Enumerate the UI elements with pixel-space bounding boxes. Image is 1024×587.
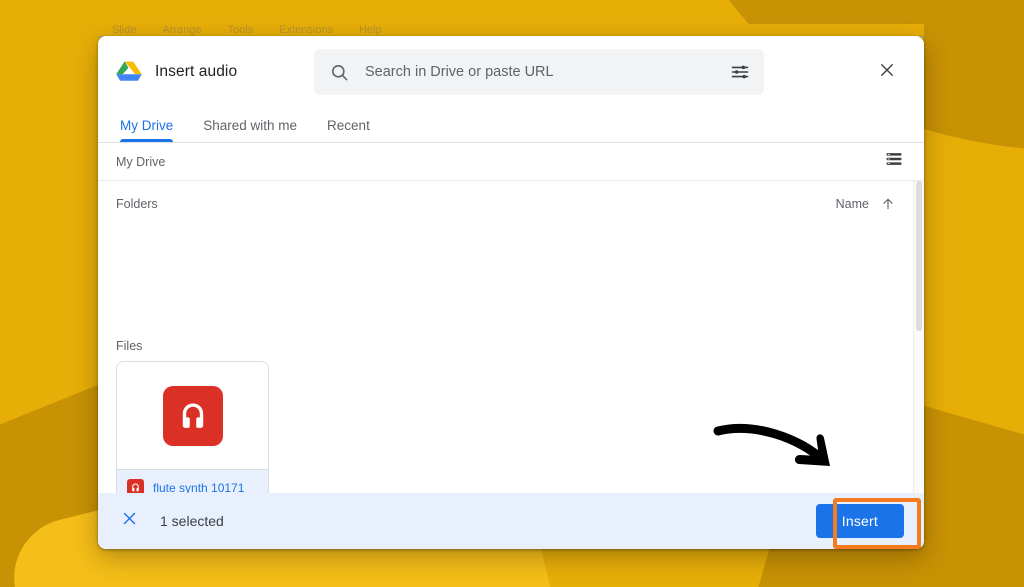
file-card-meta: flute synth 10171 <box>117 469 268 493</box>
list-view-icon <box>884 149 904 174</box>
screenshot-stage: Slide Arrange Tools Extensions Help Inse… <box>0 0 1024 587</box>
close-icon <box>121 510 138 532</box>
tab-recent[interactable]: Recent <box>312 118 385 142</box>
files-section-label: Files <box>116 339 143 353</box>
list-view-toggle-button[interactable] <box>882 150 906 174</box>
tune-icon[interactable] <box>730 62 750 82</box>
close-dialog-button[interactable] <box>870 55 904 89</box>
dialog-footer: 1 selected Insert <box>98 493 924 549</box>
breadcrumb-row: My Drive <box>98 143 924 181</box>
tab-my-drive-label: My Drive <box>120 118 174 133</box>
sort-by-name-label: Name <box>835 197 869 211</box>
audio-file-mini-icon <box>127 479 144 493</box>
arrow-up-icon <box>881 197 895 211</box>
dialog-title: Insert audio <box>155 63 238 80</box>
tab-shared-with-me[interactable]: Shared with me <box>188 118 312 142</box>
file-name-label: flute synth 10171 <box>153 480 245 494</box>
search-icon <box>330 63 349 82</box>
breadcrumb-my-drive[interactable]: My Drive <box>116 155 165 169</box>
files-grid: flute synth 10171 <box>98 353 913 493</box>
search-bar[interactable] <box>314 49 764 95</box>
dialog-brand: Insert audio <box>116 60 298 84</box>
selection-count-label: 1 selected <box>160 513 224 529</box>
tab-shared-with-me-label: Shared with me <box>203 118 298 133</box>
google-drive-logo-icon <box>116 60 142 84</box>
dialog-body: Folders Name Files flute synth 10171 <box>98 181 924 493</box>
file-card[interactable]: flute synth 10171 <box>116 361 269 493</box>
folders-section-header: Folders Name <box>98 181 913 211</box>
files-section-header: Files <box>98 323 913 353</box>
vertical-scrollbar[interactable] <box>913 181 924 493</box>
tab-recent-label: Recent <box>327 118 370 133</box>
scrollbar-thumb[interactable] <box>916 181 922 331</box>
insert-button[interactable]: Insert <box>815 504 904 538</box>
audio-file-icon <box>162 385 223 446</box>
dialog-tabs: My Drive Shared with me Recent <box>98 108 924 142</box>
folders-section-label: Folders <box>116 197 158 211</box>
file-browser-scroll-region: Folders Name Files flute synth 10171 <box>98 181 913 493</box>
close-icon <box>878 61 896 84</box>
sort-control[interactable]: Name <box>836 197 895 211</box>
insert-audio-dialog: Insert audio Search in Drive or paste UR… <box>98 36 924 549</box>
search-input[interactable] <box>365 64 714 80</box>
clear-selection-button[interactable] <box>116 508 142 534</box>
tab-my-drive[interactable]: My Drive <box>116 118 188 142</box>
file-thumbnail <box>117 362 268 469</box>
folders-grid <box>98 211 913 323</box>
dialog-header: Insert audio <box>98 36 924 108</box>
